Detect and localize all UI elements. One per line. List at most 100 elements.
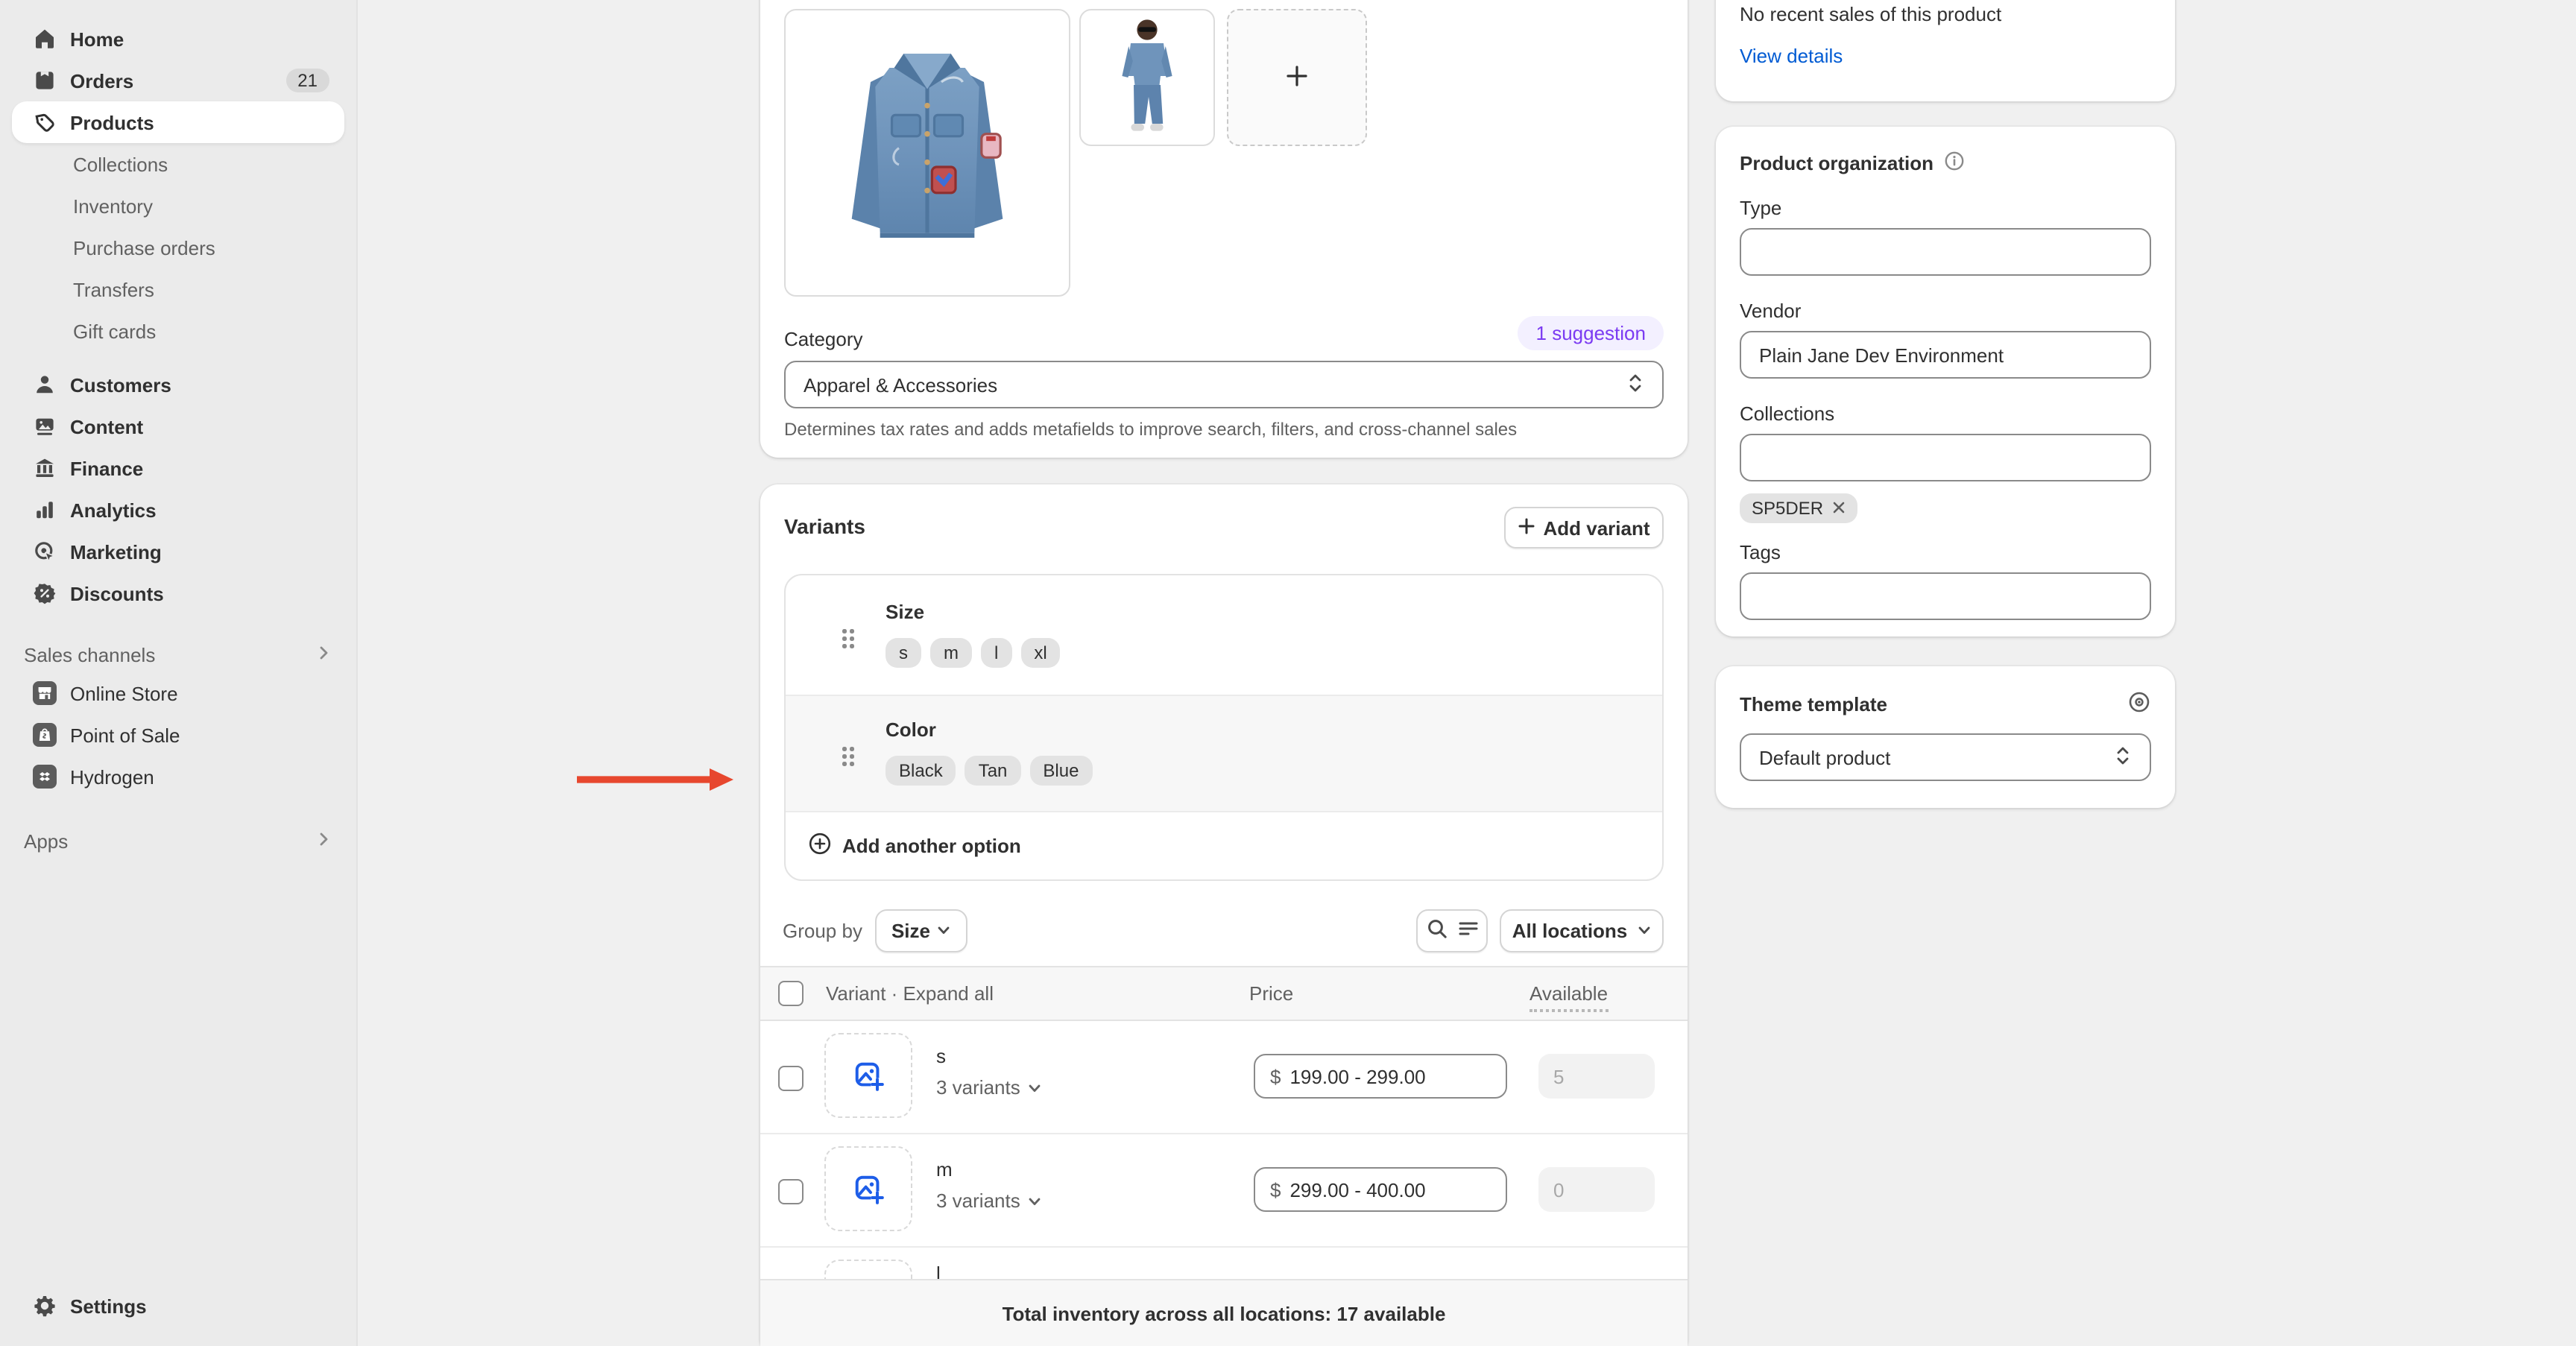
variant-row-s[interactable]: s 3 variants $ 199.00 - 299.00 5	[760, 1021, 1688, 1134]
color-chip: Black	[886, 756, 956, 786]
theme-template-card: Theme template Default product	[1716, 666, 2175, 808]
price-input[interactable]: $ 299.00 - 400.00	[1254, 1167, 1507, 1212]
chevron-down-icon	[1028, 1193, 1043, 1208]
variant-column-header[interactable]: Variant · Expand all	[826, 982, 994, 1005]
available-column-header: Available	[1530, 982, 1608, 1012]
plus-icon	[1285, 63, 1309, 92]
sales-channels-header[interactable]: Sales channels	[12, 636, 344, 672]
vendor-input[interactable]: Plain Jane Dev Environment	[1740, 331, 2151, 379]
product-organization-card: Product organization Type Vendor Plain J…	[1716, 127, 2175, 636]
location-filter-select[interactable]: All locations	[1500, 909, 1664, 952]
chevron-down-icon	[936, 920, 951, 942]
sidebar-item-settings[interactable]: Settings	[12, 1285, 344, 1327]
sidebar-item-content[interactable]: Content	[12, 405, 344, 447]
variant-row-m[interactable]: m 3 variants $ 299.00 - 400.00 0	[760, 1134, 1688, 1248]
variant-expand-toggle[interactable]: 3 variants	[936, 1189, 1043, 1212]
sidebar: Home Orders 21 Products Collections Inve…	[0, 0, 358, 1346]
remove-tag-icon[interactable]	[1832, 498, 1846, 519]
sidebar-item-transfers[interactable]: Transfers	[12, 268, 344, 310]
option-row-color[interactable]: Color Black Tan Blue	[786, 696, 1662, 812]
tags-label: Tags	[1740, 541, 2151, 563]
drag-handle-icon[interactable]	[842, 747, 854, 766]
variant-name: s	[936, 1045, 946, 1067]
customers-icon	[33, 373, 57, 396]
denim-jacket-image	[786, 10, 1069, 295]
sidebar-item-online-store[interactable]: Online Store	[12, 672, 344, 714]
available-input: 5	[1538, 1054, 1655, 1099]
color-chip: Blue	[1029, 756, 1092, 786]
size-chip: s	[886, 638, 921, 668]
product-image-thumbnail[interactable]	[1079, 9, 1215, 146]
insights-card: No recent sales of this product View det…	[1716, 0, 2175, 101]
organization-title: Product organization	[1740, 152, 1933, 174]
orders-count-badge: 21	[285, 69, 329, 92]
category-label: Category	[784, 328, 863, 350]
plus-icon	[1518, 516, 1535, 539]
group-by-label: Group by	[783, 920, 862, 942]
marketing-icon	[33, 540, 57, 563]
search-icon	[1426, 918, 1447, 944]
point-of-sale-icon	[33, 723, 57, 747]
sidebar-item-gift-cards[interactable]: Gift cards	[12, 310, 344, 352]
variant-expand-toggle[interactable]: 3 variants	[936, 1076, 1043, 1099]
size-values: s m l xl	[886, 638, 1061, 668]
hydrogen-icon	[33, 765, 57, 789]
add-option-row[interactable]: Add another option	[786, 812, 1662, 881]
insights-message: No recent sales of this product	[1740, 3, 2001, 25]
sidebar-item-customers[interactable]: Customers	[12, 364, 344, 405]
theme-template-title: Theme template	[1740, 693, 1887, 715]
option-row-size[interactable]: Size s m l xl	[786, 575, 1662, 696]
add-variant-button[interactable]: Add variant	[1504, 507, 1664, 549]
category-select[interactable]: Apparel & Accessories	[784, 361, 1664, 408]
sidebar-item-orders[interactable]: Orders 21	[12, 60, 344, 101]
sidebar-item-purchase-orders[interactable]: Purchase orders	[12, 227, 344, 268]
variant-image-placeholder[interactable]	[824, 1033, 912, 1118]
option-name-color: Color	[886, 718, 936, 741]
product-image-main[interactable]	[784, 9, 1070, 297]
chevron-right-icon	[315, 643, 332, 666]
theme-template-select[interactable]: Default product	[1740, 733, 2151, 781]
collections-input[interactable]	[1740, 434, 2151, 481]
search-filter-button[interactable]	[1416, 909, 1488, 952]
type-input[interactable]	[1740, 228, 2151, 276]
sidebar-item-products[interactable]: Products	[12, 101, 344, 143]
row-checkbox[interactable]	[778, 1066, 804, 1091]
view-details-link[interactable]: View details	[1740, 45, 1843, 67]
sidebar-item-finance[interactable]: Finance	[12, 447, 344, 489]
sidebar-item-hydrogen[interactable]: Hydrogen	[12, 756, 344, 797]
circle-plus-icon	[808, 832, 832, 860]
category-helper-text: Determines tax rates and adds metafields…	[784, 419, 1517, 440]
tags-input[interactable]	[1740, 572, 2151, 620]
row-checkbox[interactable]	[778, 1179, 804, 1204]
price-input[interactable]: $ 199.00 - 299.00	[1254, 1054, 1507, 1099]
image-add-icon	[852, 1059, 885, 1092]
online-store-icon	[33, 681, 57, 705]
apps-header[interactable]: Apps	[12, 823, 344, 859]
category-suggestion-badge[interactable]: 1 suggestion	[1518, 316, 1664, 350]
preview-eye-icon[interactable]	[2127, 690, 2151, 718]
select-chevrons-icon	[1626, 372, 1644, 397]
total-inventory-bar: Total inventory across all locations: 17…	[760, 1279, 1688, 1346]
select-all-checkbox[interactable]	[778, 981, 804, 1006]
add-another-option-button[interactable]: Add another option	[808, 832, 1021, 860]
red-annotation-arrow	[575, 768, 733, 792]
chevron-down-icon	[1636, 920, 1651, 942]
info-icon[interactable]	[1944, 151, 1965, 176]
sidebar-item-collections[interactable]: Collections	[12, 143, 344, 185]
sidebar-item-inventory[interactable]: Inventory	[12, 185, 344, 227]
sidebar-item-home[interactable]: Home	[12, 18, 344, 60]
content-icon	[33, 414, 57, 438]
sidebar-item-marketing[interactable]: Marketing	[12, 531, 344, 572]
color-chip: Tan	[965, 756, 1021, 786]
add-image-tile[interactable]	[1227, 9, 1367, 146]
variant-image-placeholder[interactable]	[824, 1146, 912, 1231]
drag-handle-icon[interactable]	[842, 629, 854, 648]
variant-options-box: Size s m l xl Color Black Tan Blue	[784, 574, 1664, 881]
group-by-select[interactable]: Size	[875, 909, 967, 952]
gear-icon	[33, 1294, 57, 1318]
sidebar-item-discounts[interactable]: Discounts	[12, 572, 344, 614]
sidebar-item-point-of-sale[interactable]: Point of Sale	[12, 714, 344, 756]
sidebar-item-analytics[interactable]: Analytics	[12, 489, 344, 531]
price-column-header: Price	[1249, 982, 1293, 1005]
option-name-size: Size	[886, 601, 924, 623]
